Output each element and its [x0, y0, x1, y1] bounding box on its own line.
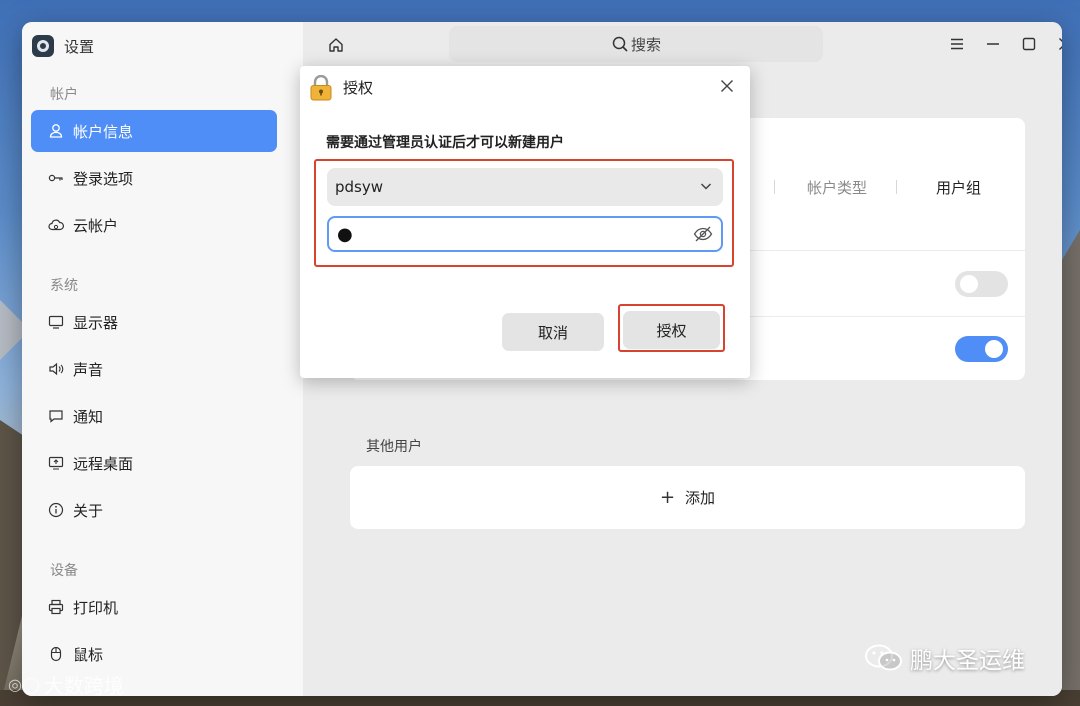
other-users-label: 其他用户: [366, 439, 422, 455]
home-button[interactable]: [325, 34, 347, 56]
titlebar: 搜索: [303, 22, 1062, 66]
tab-user-group[interactable]: 用户组: [936, 177, 981, 198]
add-user-label: 添加: [685, 489, 716, 507]
password-value: ●: [337, 223, 353, 245]
dialog-title: 授权: [343, 79, 374, 97]
chevron-down-icon: [700, 183, 712, 190]
sidebar-item-cloud-account[interactable]: 云帐户: [31, 204, 277, 246]
sidebar-item-sound[interactable]: 声音: [31, 348, 277, 390]
home-icon: [329, 38, 343, 52]
monitor-icon: [47, 313, 65, 331]
tab-separator: [896, 180, 897, 194]
sidebar-item-label: 鼠标: [73, 645, 104, 664]
toggle-switch-off[interactable]: [955, 271, 1008, 297]
username-value: pdsyw: [335, 178, 384, 196]
watermark-logo-icon: ◎◯: [8, 675, 40, 694]
cancel-button[interactable]: 取消: [502, 313, 604, 351]
username-select[interactable]: pdsyw: [327, 168, 723, 206]
sidebar-item-label: 通知: [73, 407, 104, 426]
sidebar-item-mouse[interactable]: 鼠标: [31, 633, 277, 675]
close-icon: [721, 80, 733, 92]
dialog-close-button[interactable]: [720, 78, 738, 96]
sidebar-item-about[interactable]: 关于: [31, 489, 277, 531]
password-field[interactable]: ●: [327, 216, 723, 252]
menu-button[interactable]: [946, 33, 968, 55]
app-title: 设置: [64, 37, 95, 56]
add-user-button[interactable]: + 添加: [350, 466, 1025, 529]
section-label-system: 系统: [50, 278, 78, 294]
wechat-icon: [865, 644, 902, 671]
dialog-message: 需要通过管理员认证后才可以新建用户: [326, 135, 564, 151]
speaker-icon: [47, 360, 65, 378]
cloud-icon: [47, 216, 65, 234]
tab-account-type[interactable]: 帐户类型: [807, 177, 867, 198]
sidebar-item-printer[interactable]: 打印机: [31, 586, 277, 628]
close-window-button[interactable]: [1054, 33, 1062, 55]
eye-hidden-icon[interactable]: [693, 225, 713, 243]
watermark-right: 鹏大圣运维: [864, 641, 1025, 675]
watermark-left-text: 大数跨境: [43, 674, 124, 698]
sidebar-item-label: 帐户信息: [73, 122, 134, 141]
key-icon: [47, 169, 65, 187]
minimize-button[interactable]: [982, 33, 1004, 55]
sidebar-item-label: 关于: [73, 501, 104, 520]
sidebar-item-label: 登录选项: [73, 169, 134, 188]
watermark-right-text: 鹏大圣运维: [910, 648, 1025, 674]
mouse-icon: [47, 645, 65, 663]
sidebar: 设置 帐户 帐户信息 登录选项 云帐户 系统 显示器 声音 通知 远程桌面 关于…: [22, 22, 303, 696]
toggle-switch-on[interactable]: [955, 336, 1008, 362]
maximize-button[interactable]: [1018, 33, 1040, 55]
lock-icon: [310, 75, 332, 101]
app-header: 设置: [30, 34, 94, 58]
user-icon: [47, 122, 65, 140]
sidebar-item-label: 显示器: [73, 313, 119, 332]
remote-desktop-icon: [47, 454, 65, 472]
auth-dialog: 授权 需要通过管理员认证后才可以新建用户 pdsyw ● 取消 授权: [300, 66, 750, 378]
sidebar-item-remote-desktop[interactable]: 远程桌面: [31, 442, 277, 484]
settings-app-icon: [32, 35, 54, 57]
sidebar-item-display[interactable]: 显示器: [31, 301, 277, 343]
minimize-icon: [987, 43, 999, 45]
section-label-account: 帐户: [50, 87, 78, 103]
menu-icon: [951, 38, 963, 50]
info-icon: [47, 501, 65, 519]
plus-icon: +: [659, 487, 676, 508]
tab-separator: [774, 180, 775, 194]
close-icon: [1059, 38, 1062, 50]
section-label-devices: 设备: [50, 563, 78, 579]
authorize-button[interactable]: 授权: [623, 311, 720, 349]
search-input[interactable]: 搜索: [449, 26, 823, 62]
sidebar-item-account-info[interactable]: 帐户信息: [31, 110, 277, 152]
sidebar-item-login-options[interactable]: 登录选项: [31, 157, 277, 199]
search-placeholder: 搜索: [630, 35, 661, 54]
maximize-icon: [1022, 37, 1036, 51]
sidebar-item-label: 云帐户: [73, 216, 119, 235]
sidebar-item-label: 打印机: [73, 598, 119, 617]
printer-icon: [47, 598, 65, 616]
sidebar-item-label: 远程桌面: [73, 454, 134, 473]
watermark-left: ◎◯ 大数跨境: [8, 670, 124, 699]
sidebar-item-label: 声音: [73, 360, 104, 379]
search-icon: [612, 36, 628, 52]
chat-icon: [47, 407, 65, 425]
sidebar-item-notifications[interactable]: 通知: [31, 395, 277, 437]
